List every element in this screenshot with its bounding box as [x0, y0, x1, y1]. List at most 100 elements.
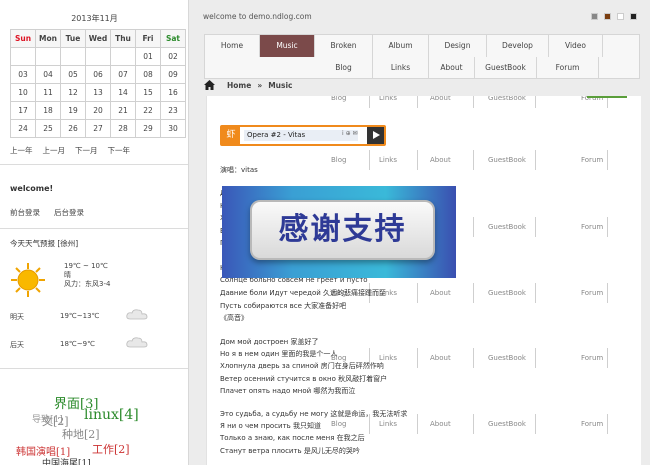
ghost-divider	[473, 348, 474, 368]
calendar-day[interactable]: 27	[85, 119, 111, 138]
ghost-menu-item: About	[430, 354, 451, 362]
player-track-title: Opera #2 - Vitas	[244, 130, 358, 141]
next-month-link[interactable]: 下一月	[75, 145, 98, 156]
ghost-divider	[473, 150, 474, 170]
divider	[0, 164, 188, 165]
prev-month-link[interactable]: 上一月	[43, 145, 66, 156]
ghost-divider	[535, 414, 536, 434]
divider	[0, 228, 188, 229]
calendar-day[interactable]: 19	[60, 101, 86, 120]
nav-forum[interactable]: Forum	[537, 57, 599, 79]
calendar-header-row: Sun Mon Tue Wed Thu Fri Sat	[10, 29, 186, 48]
nav-design[interactable]: Design	[429, 35, 487, 57]
calendar-day[interactable]: 28	[110, 119, 136, 138]
nav-home[interactable]: Home	[205, 35, 260, 57]
calendar-day[interactable]: 29	[135, 119, 161, 138]
next-year-link[interactable]: 下一年	[108, 145, 131, 156]
calendar-day[interactable]: 11	[35, 83, 61, 102]
calendar-day	[85, 47, 111, 66]
calendar-week-row: 01 02	[10, 47, 186, 66]
login-links: 前台登录 后台登录	[10, 207, 84, 218]
ghost-divider	[473, 283, 474, 303]
breadcrumb-home[interactable]: Home	[227, 81, 251, 90]
ghost-divider	[369, 96, 370, 108]
lyric-line: Но я в нем один 里面的我是个一人	[220, 350, 338, 359]
lyric-line: Только а знаю, как после меня 在我之后	[220, 434, 365, 443]
ghost-menu-item: GuestBook	[488, 156, 526, 164]
calendar-day[interactable]: 02	[160, 47, 186, 66]
calendar-day[interactable]: 23	[160, 101, 186, 120]
calendar-day[interactable]: 21	[110, 101, 136, 120]
calendar-day[interactable]: 24	[10, 119, 36, 138]
calendar-header-fri: Fri	[135, 29, 161, 48]
top-bar: welcome to demo.ndlog.com	[189, 0, 650, 30]
calendar-day[interactable]: 13	[85, 83, 111, 102]
calendar-day[interactable]: 12	[60, 83, 86, 102]
divider	[0, 368, 188, 369]
lyric-line: Станут ветра плосить 是风儿无尽的哭吟	[220, 446, 360, 455]
calendar-day[interactable]: 09	[160, 65, 186, 84]
prev-year-link[interactable]: 上一年	[10, 145, 33, 156]
nav-links[interactable]: Links	[373, 57, 429, 79]
calendar-week-row: 03 04 05 06 07 08 09	[10, 65, 186, 84]
ghost-divider	[417, 150, 418, 170]
lyric-line: Я ни о чем просить 我只知道	[220, 422, 322, 431]
nav-music[interactable]: Music	[260, 35, 315, 57]
calendar-day[interactable]: 10	[10, 83, 36, 102]
nav-develop[interactable]: Develop	[487, 35, 549, 57]
calendar-day[interactable]: 15	[135, 83, 161, 102]
calendar-day[interactable]: 14	[110, 83, 136, 102]
ghost-divider	[417, 414, 418, 434]
nav-broken[interactable]: Broken	[315, 35, 373, 57]
ghost-divider	[607, 217, 608, 237]
sun-icon	[11, 263, 45, 297]
ghost-menu-item: Forum	[581, 156, 604, 164]
lyric-line: Давние боли Идут чередой 久远的悲痛接踵而至	[220, 289, 387, 298]
tag-link[interactable]: 工作[2]	[92, 441, 130, 457]
calendar-day[interactable]: 17	[10, 101, 36, 120]
frontend-login-link[interactable]: 前台登录	[10, 207, 40, 218]
ghost-divider	[473, 414, 474, 434]
calendar-day[interactable]: 25	[35, 119, 61, 138]
nav-video[interactable]: Video	[549, 35, 603, 57]
tag-link[interactable]: 种地[2]	[62, 426, 100, 442]
nav-album[interactable]: Album	[373, 35, 429, 57]
calendar-day[interactable]: 22	[135, 101, 161, 120]
calendar-day[interactable]: 26	[60, 119, 86, 138]
calendar-day[interactable]: 20	[85, 101, 111, 120]
calendar-day[interactable]: 05	[60, 65, 86, 84]
theme-swatch-brown[interactable]	[604, 13, 611, 20]
play-button[interactable]	[367, 127, 384, 144]
weather-tomorrow-day: 明天	[10, 313, 24, 321]
calendar-day[interactable]: 16	[160, 83, 186, 102]
breadcrumb-separator: »	[257, 80, 263, 90]
calendar-day[interactable]: 08	[135, 65, 161, 84]
calendar-day[interactable]: 07	[110, 65, 136, 84]
nav-guestbook[interactable]: GuestBook	[475, 57, 537, 79]
calendar-day[interactable]: 30	[160, 119, 186, 138]
cloud-icon	[126, 337, 148, 348]
tag-link[interactable]: 中国海尾[1]	[42, 456, 91, 465]
calendar-day[interactable]: 01	[135, 47, 161, 66]
weather-tomorrow-temp: 19℃~13℃	[60, 312, 100, 320]
ghost-menu-item: Forum	[581, 354, 604, 362]
backend-login-link[interactable]: 后台登录	[54, 207, 84, 218]
ghost-menu-item: About	[430, 289, 451, 297]
calendar-day[interactable]: 18	[35, 101, 61, 120]
player-icons[interactable]: i ⊕ ✉	[342, 130, 358, 137]
home-icon[interactable]	[204, 80, 215, 90]
calendar-header-sun: Sun	[10, 29, 36, 48]
theme-swatch-gray[interactable]	[591, 13, 598, 20]
ghost-menu-item: GuestBook	[488, 354, 526, 362]
calendar-day	[35, 47, 61, 66]
tag-link[interactable]: linux[4]	[84, 407, 139, 423]
theme-swatch-white[interactable]	[617, 13, 624, 20]
calendar-day[interactable]: 06	[85, 65, 111, 84]
nav-blog[interactable]: Blog	[315, 57, 373, 79]
calendar-day[interactable]: 04	[35, 65, 61, 84]
nav-about[interactable]: About	[429, 57, 475, 79]
ghost-divider	[417, 348, 418, 368]
calendar-day[interactable]: 03	[10, 65, 36, 84]
theme-swatch-black[interactable]	[630, 13, 637, 20]
ghost-menu-item: GuestBook	[488, 96, 526, 102]
